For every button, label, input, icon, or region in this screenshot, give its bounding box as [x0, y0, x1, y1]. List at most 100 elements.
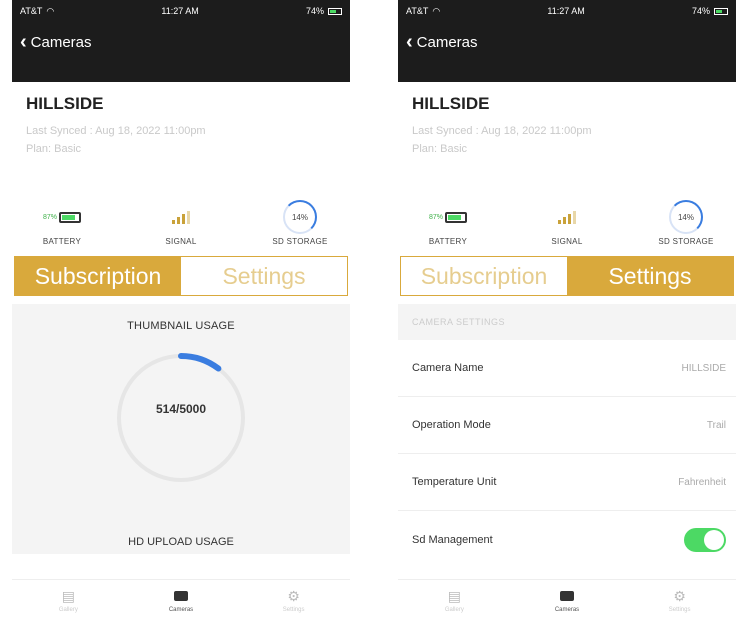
- tab-gallery-label: Gallery: [444, 607, 464, 613]
- signal-icon: [558, 210, 576, 224]
- battery-icon: [713, 7, 728, 15]
- setting-camera-name[interactable]: Camera Name HILLSIDE: [398, 340, 736, 397]
- gallery-icon: ▤: [61, 588, 75, 604]
- carrier-text: AT&T: [406, 6, 429, 16]
- hd-usage-title: HD UPLOAD USAGE: [128, 536, 234, 548]
- battery-stat: 87% BATTERY: [408, 201, 488, 246]
- tab-subscription[interactable]: Subscription: [401, 257, 567, 295]
- tab-gallery[interactable]: ▤ Gallery: [419, 588, 489, 613]
- back-label: Cameras: [416, 33, 478, 51]
- last-synced-text: Last Synced : Aug 18, 2022 11:00pm: [412, 125, 592, 137]
- camera-stats: 87% BATTERY SIGNAL 14% SD STORAGE: [398, 164, 736, 246]
- camera-name: HILLSIDE: [26, 94, 104, 113]
- signal-stat: SIGNAL: [527, 201, 607, 246]
- plan-text: Plan: Basic: [26, 143, 82, 155]
- battery-stat-percent: 87%: [428, 213, 443, 221]
- battery-icon: [327, 7, 342, 15]
- camera-icon: [559, 588, 574, 604]
- battery-percent-text: 74%: [305, 6, 324, 16]
- bottom-tab-bar: ▤ Gallery Cameras ⚙ Settings: [12, 579, 350, 621]
- screenshot-canvas: AT&T ◠ 11:27 AM 74% ‹ Cameras HILLSIDE La…: [0, 0, 738, 621]
- gear-icon: ⚙: [287, 588, 300, 604]
- tab-settings-nav[interactable]: ⚙ Settings: [259, 588, 329, 613]
- storage-stat: 14% SD STORAGE: [260, 200, 340, 246]
- storage-ring-icon: 14%: [283, 200, 317, 234]
- setting-value: HILLSIDE: [681, 362, 726, 374]
- app-header: AT&T ◠ 11:27 AM 74% ‹ Cameras: [398, 0, 736, 82]
- storage-stat: 14% SD STORAGE: [646, 200, 726, 246]
- storage-stat-label: SD STORAGE: [272, 237, 328, 246]
- tab-cameras[interactable]: Cameras: [146, 588, 216, 613]
- setting-temperature-unit[interactable]: Temperature Unit Fahrenheit: [398, 454, 736, 511]
- back-button[interactable]: ‹ Cameras: [398, 22, 736, 62]
- camera-icon: [173, 588, 188, 604]
- storage-stat-label: SD STORAGE: [658, 237, 714, 246]
- battery-stat-label: BATTERY: [428, 237, 468, 246]
- battery-percent-text: 74%: [691, 6, 710, 16]
- camera-info: HILLSIDE Last Synced : Aug 18, 2022 11:0…: [12, 82, 350, 164]
- phone-settings-view: AT&T ◠ 11:27 AM 74% ‹ Cameras HILLSIDE La…: [398, 0, 736, 621]
- battery-stat-percent: 87%: [42, 213, 57, 221]
- setting-label: Operation Mode: [412, 419, 491, 431]
- tab-settings[interactable]: Settings: [181, 257, 347, 295]
- setting-value: Trail: [706, 419, 726, 431]
- tab-cameras-label: Cameras: [554, 607, 580, 613]
- chevron-left-icon: ‹: [406, 31, 413, 53]
- usage-panel: THUMBNAIL USAGE 514/5000 HD UPLOAD USAGE: [12, 304, 350, 554]
- setting-label: Camera Name: [412, 362, 484, 374]
- wifi-icon: ◠: [46, 5, 55, 16]
- time-text: 11:27 AM: [161, 6, 199, 16]
- gallery-icon: ▤: [447, 588, 461, 604]
- settings-section-header: CAMERA SETTINGS: [398, 304, 736, 340]
- storage-percent: 14%: [677, 212, 694, 222]
- chevron-left-icon: ‹: [20, 31, 27, 53]
- plan-text: Plan: Basic: [412, 143, 468, 155]
- thumbnail-usage-ring: [116, 353, 246, 483]
- tab-gallery-label: Gallery: [58, 607, 78, 613]
- thumbnail-usage-title: THUMBNAIL USAGE: [127, 320, 235, 332]
- last-synced-text: Last Synced : Aug 18, 2022 11:00pm: [26, 125, 206, 137]
- signal-stat: SIGNAL: [141, 201, 221, 246]
- sd-management-toggle[interactable]: [684, 527, 726, 552]
- battery-stat-label: BATTERY: [42, 237, 82, 246]
- time-text: 11:27 AM: [547, 6, 585, 16]
- tab-settings[interactable]: Settings: [567, 257, 733, 295]
- gear-icon: ⚙: [673, 588, 686, 604]
- tab-subscription[interactable]: Subscription: [15, 257, 181, 295]
- segmented-control: Subscription Settings: [400, 256, 734, 296]
- storage-ring-icon: 14%: [669, 200, 703, 234]
- battery-stat-icon: [59, 211, 81, 223]
- battery-stat-icon: [445, 211, 467, 223]
- app-header: AT&T ◠ 11:27 AM 74% ‹ Cameras: [12, 0, 350, 82]
- segmented-control: Subscription Settings: [14, 256, 348, 296]
- camera-stats: 87% BATTERY SIGNAL 14% SD STORAGE: [12, 164, 350, 246]
- tab-settings-label: Settings: [668, 607, 691, 613]
- back-button[interactable]: ‹ Cameras: [12, 22, 350, 62]
- status-bar: AT&T ◠ 11:27 AM 74%: [12, 0, 350, 22]
- setting-operation-mode[interactable]: Operation Mode Trail: [398, 397, 736, 454]
- signal-stat-label: SIGNAL: [551, 237, 583, 246]
- tab-cameras[interactable]: Cameras: [532, 588, 602, 613]
- carrier-text: AT&T: [20, 6, 43, 16]
- storage-percent: 14%: [291, 212, 308, 222]
- back-label: Cameras: [30, 33, 92, 51]
- signal-stat-label: SIGNAL: [165, 237, 197, 246]
- bottom-tab-bar: ▤ Gallery Cameras ⚙ Settings: [398, 579, 736, 621]
- camera-info: HILLSIDE Last Synced : Aug 18, 2022 11:0…: [398, 82, 736, 164]
- status-bar: AT&T ◠ 11:27 AM 74%: [398, 0, 736, 22]
- setting-label: Sd Management: [412, 533, 493, 546]
- battery-stat: 87% BATTERY: [22, 201, 102, 246]
- camera-name: HILLSIDE: [412, 94, 490, 113]
- thumbnail-usage-value: 514/5000: [155, 402, 207, 416]
- setting-label: Temperature Unit: [412, 476, 497, 488]
- setting-value: Fahrenheit: [678, 476, 726, 488]
- tab-gallery[interactable]: ▤ Gallery: [33, 588, 103, 613]
- tab-cameras-label: Cameras: [168, 607, 194, 613]
- wifi-icon: ◠: [432, 5, 441, 16]
- phone-subscription-view: AT&T ◠ 11:27 AM 74% ‹ Cameras HILLSIDE La…: [12, 0, 350, 621]
- signal-icon: [172, 210, 190, 224]
- tab-settings-nav[interactable]: ⚙ Settings: [645, 588, 715, 613]
- setting-sd-management: Sd Management: [398, 511, 736, 568]
- tab-settings-label: Settings: [282, 607, 305, 613]
- usage-ring-track: [117, 354, 245, 482]
